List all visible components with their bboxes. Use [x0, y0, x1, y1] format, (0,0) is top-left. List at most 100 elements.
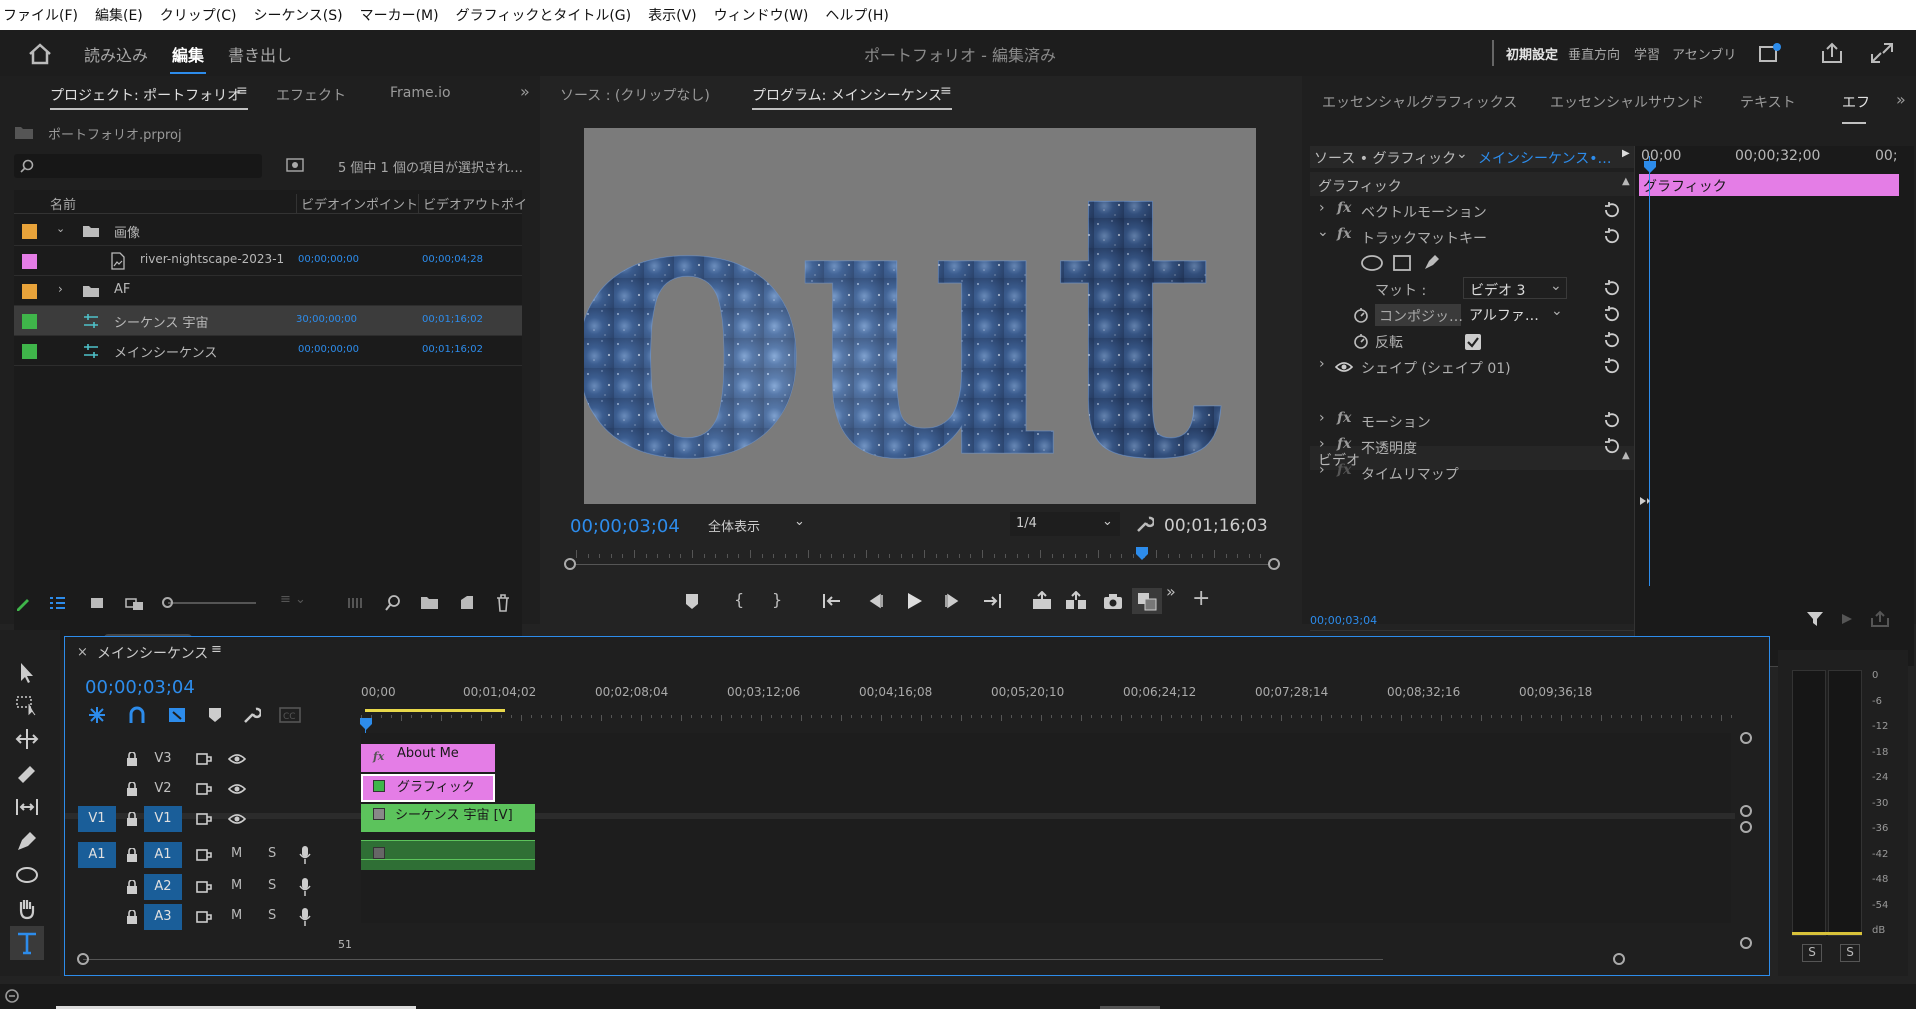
track-name[interactable]: V2	[144, 776, 182, 802]
col-name[interactable]: 名前	[50, 194, 76, 213]
microphone-icon[interactable]	[298, 877, 312, 897]
scroll-handle[interactable]	[1740, 805, 1752, 817]
play-only-audio-icon[interactable]	[1840, 610, 1858, 628]
menu-sequence[interactable]: シーケンス(S)	[253, 5, 342, 25]
captions-icon[interactable]: CC	[279, 707, 301, 723]
item-out[interactable]: 00;00;04;28	[422, 254, 483, 265]
sync-lock-icon[interactable]	[196, 752, 212, 766]
hand-tool-icon[interactable]	[14, 896, 40, 922]
item-in[interactable]: 00;00;00;00	[298, 344, 359, 355]
lock-icon[interactable]	[126, 812, 138, 826]
wrench-icon[interactable]	[241, 705, 261, 725]
step-forward-icon[interactable]	[942, 592, 962, 610]
nest-icon[interactable]	[87, 705, 107, 725]
item-out[interactable]: 00;01;16;02	[422, 344, 483, 355]
lock-icon[interactable]	[126, 752, 138, 766]
chevron-right-icon[interactable]: ›	[1319, 200, 1325, 216]
tab-essential-sound[interactable]: エッセンシャルサウンド	[1550, 92, 1704, 112]
linked-selection-icon[interactable]	[167, 705, 187, 725]
scroll-handle[interactable]	[1740, 821, 1752, 833]
work-area-bar[interactable]	[365, 709, 505, 712]
timeline-timecode[interactable]: 00;00;03;04	[85, 677, 195, 698]
microphone-icon[interactable]	[298, 845, 312, 865]
chevron-right-icon[interactable]: ›	[1319, 356, 1325, 372]
export-icon[interactable]	[1870, 610, 1890, 628]
snap-icon[interactable]	[127, 705, 147, 725]
chevron-right-icon[interactable]: ›	[58, 282, 63, 296]
menu-view[interactable]: 表示(V)	[648, 5, 697, 25]
col-video-in[interactable]: ビデオインポイント	[296, 194, 418, 213]
playhead[interactable]	[1643, 160, 1657, 174]
mute-button[interactable]: M	[231, 846, 242, 861]
quick-export-icon[interactable]	[1758, 42, 1782, 64]
add-marker-icon[interactable]	[207, 705, 223, 725]
home-icon[interactable]	[28, 43, 52, 65]
label-color[interactable]	[22, 314, 37, 329]
workspace-default[interactable]: 初期設定	[1506, 44, 1558, 63]
menu-marker[interactable]: マーカー(M)	[360, 5, 439, 25]
chevron-down-icon[interactable]: ⌄	[56, 222, 65, 235]
chevron-down-icon[interactable]: ⌄	[1456, 146, 1468, 162]
clip-graphic[interactable]: グラフィック	[361, 774, 495, 802]
fx-icon[interactable]: fx	[1337, 200, 1351, 216]
item-in[interactable]: 30;00;00;00	[296, 314, 357, 325]
scroll-handle[interactable]	[1740, 732, 1752, 744]
label-color[interactable]	[22, 284, 37, 299]
chevron-right-icon[interactable]: ›	[1319, 436, 1325, 452]
sync-lock-icon[interactable]	[196, 910, 212, 924]
step-back-icon[interactable]	[866, 592, 886, 610]
microphone-icon[interactable]	[298, 907, 312, 927]
solo-button[interactable]: S	[268, 846, 276, 861]
menu-help[interactable]: ヘルプ(H)	[825, 5, 888, 25]
list-item-selected[interactable]: シーケンス 宇宙 30;00;00;00 00;01;16;02	[14, 306, 522, 336]
sync-lock-icon[interactable]	[196, 880, 212, 894]
effect-row-shape[interactable]: › シェイプ (シェイプ 01)	[1311, 354, 1631, 380]
list-item[interactable]: メインシーケンス 00;00;00;00 00;01;16;02	[14, 336, 522, 366]
reset-icon[interactable]	[1603, 201, 1621, 219]
effect-row-vector-motion[interactable]: › fx ベクトルモーション	[1311, 198, 1631, 224]
pen-mask-icon[interactable]	[1422, 252, 1442, 272]
add-marker-icon[interactable]	[684, 592, 700, 610]
lift-icon[interactable]	[1030, 591, 1054, 611]
wrench-icon[interactable]	[1134, 514, 1154, 534]
playhead[interactable]	[1135, 546, 1149, 562]
lock-icon[interactable]	[126, 910, 138, 924]
add-button-icon[interactable]: +	[1192, 586, 1210, 611]
out-handle[interactable]	[1268, 558, 1280, 570]
menu-file[interactable]: ファイル(F)	[3, 5, 78, 25]
in-handle[interactable]	[564, 558, 576, 570]
reset-icon[interactable]	[1603, 411, 1621, 429]
zoom-select[interactable]: 全体表示 ⌄	[704, 512, 814, 536]
list-item[interactable]: › AF	[14, 276, 522, 306]
resolution-select[interactable]: 1/4 ⌄	[1010, 512, 1120, 536]
sync-lock-icon[interactable]	[196, 848, 212, 862]
track-name[interactable]: A1	[144, 842, 182, 868]
reset-icon[interactable]	[1603, 227, 1621, 245]
tab-import[interactable]: 読み込み	[84, 42, 148, 66]
lock-icon[interactable]	[126, 782, 138, 796]
play-icon[interactable]	[904, 591, 924, 611]
composite-select[interactable]: アルファ… ⌄	[1465, 303, 1569, 325]
workspace-assembly[interactable]: アセンブリ	[1672, 44, 1736, 63]
mute-button[interactable]: M	[231, 878, 242, 893]
scroll-handle[interactable]	[1613, 953, 1625, 965]
timeline-ruler[interactable]: 00;00 00;01;04;02 00;02;08;04 00;03;12;06 00…	[361, 685, 1741, 717]
eye-icon[interactable]	[228, 782, 246, 796]
stopwatch-icon[interactable]	[1353, 332, 1369, 350]
icon-view-icon[interactable]	[88, 594, 106, 612]
ellipse-mask-icon[interactable]	[1360, 254, 1384, 272]
tab-project[interactable]: プロジェクト: ポートフォリオ	[50, 85, 241, 105]
tab-edit[interactable]: 編集	[172, 42, 204, 66]
track-select-tool-icon[interactable]	[14, 692, 40, 718]
sync-lock-icon[interactable]	[196, 782, 212, 796]
workspace-vertical[interactable]: 垂直方向	[1568, 44, 1620, 63]
chevron-right-icon[interactable]: ›	[1319, 462, 1325, 478]
invert-checkbox[interactable]	[1465, 334, 1481, 350]
video-preview[interactable]: out out	[584, 128, 1256, 504]
menu-clip[interactable]: クリップ(C)	[160, 5, 237, 25]
more-tabs-icon[interactable]: »	[520, 82, 530, 101]
eye-icon[interactable]	[228, 812, 246, 826]
solo-right-button[interactable]: S	[1840, 944, 1860, 962]
chevron-right-icon[interactable]: ›	[1319, 410, 1325, 426]
time-ruler[interactable]	[564, 546, 1280, 570]
